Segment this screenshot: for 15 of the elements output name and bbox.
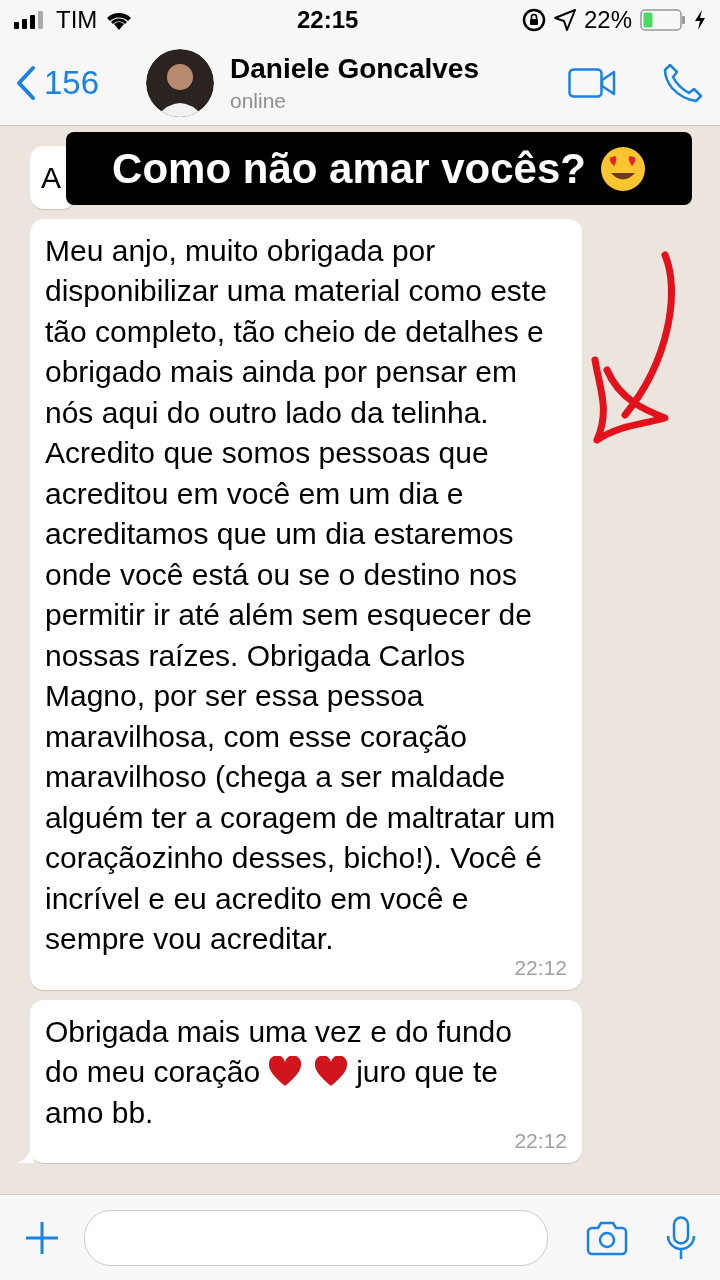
message-text: do meu coração — [45, 1054, 261, 1090]
message-text: Meu anjo, muito obrigada por disponibilizar uma material como este tão completo, tão cheio de detalhes e obrigado mais ainda por pensar em nós aqui do outro lado da telinha. Acredito que somos pessoas que acreditou em você em um dia e acreditamos que um dia estaremos onde você está ou se o destino nos permitir ir até além sem esquecer de nossas raízes. Obrigada Carlos Magno, por ser essa pessoa maravilhosa, com esse coração maravilhoso (chega a ser maldade alguém ter a coragem de maltratar um coraçãozinho desses, bicho!). Você é incrível e eu acredito em você e sempre vou acreditar. — [45, 233, 557, 955]
message-time: 22:12 — [513, 955, 567, 980]
battery-percent: 22% — [583, 6, 632, 34]
message-text: juro que te — [356, 1054, 498, 1090]
message-text: amo bb. — [45, 1094, 154, 1131]
message-text: Obrigada mais uma vez e do fundo — [45, 1013, 512, 1050]
message-time: 22:12 — [513, 1129, 567, 1153]
carrier-name: TIM — [56, 6, 98, 34]
clock-time: 22:15 — [296, 6, 359, 34]
message-text: A — [41, 161, 61, 194]
presence-status: online — [230, 88, 288, 113]
caption-text: Como não amar vocês? — [112, 144, 586, 193]
back-button[interactable]: 156 — [16, 63, 146, 102]
contact-name: Daniele Goncalves — [230, 52, 480, 85]
